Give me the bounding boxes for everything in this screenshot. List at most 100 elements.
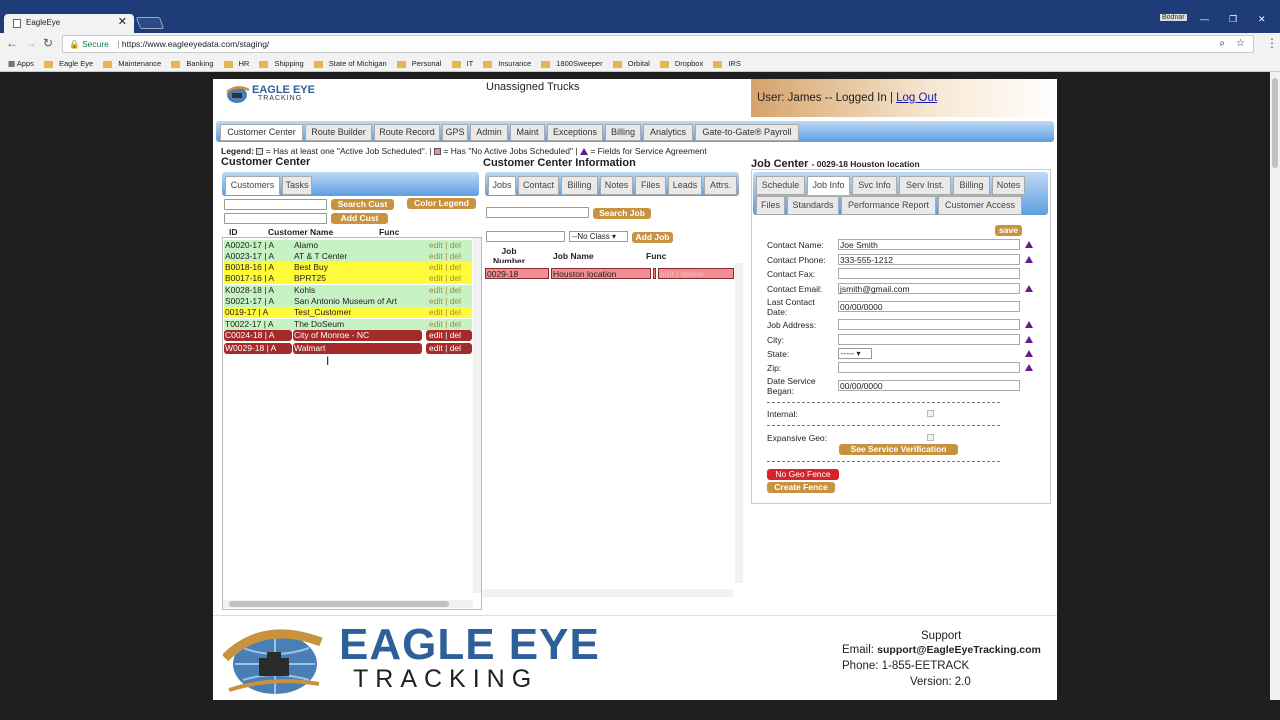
tab-billing[interactable]: Billing: [561, 176, 598, 195]
bookmark-maintenance[interactable]: Maintenance: [103, 55, 161, 71]
forward-icon[interactable]: →: [25, 36, 37, 50]
job-row[interactable]: 0029-18 Houston location edit | delete: [485, 268, 734, 279]
edit-del-links[interactable]: edit | del: [426, 307, 472, 318]
date-began-field[interactable]: 00/00/0000: [838, 380, 1020, 391]
bookmark-eagle-eye[interactable]: Eagle Eye: [43, 55, 93, 71]
close-tab-icon[interactable]: ✕: [118, 14, 127, 31]
profile-badge[interactable]: Bodnar: [1160, 14, 1187, 21]
customer-list-vscroll[interactable]: [473, 238, 481, 593]
nav-exceptions[interactable]: Exceptions: [547, 124, 603, 141]
bookmark-shipping[interactable]: Shipping: [259, 55, 304, 71]
edit-del-links[interactable]: edit | del: [426, 296, 472, 307]
add-cust-button[interactable]: Add Cust: [331, 213, 388, 224]
edit-del-links[interactable]: edit | del: [426, 319, 472, 330]
last-contact-field[interactable]: 00/00/0000: [838, 301, 1020, 312]
tab-files[interactable]: Files: [635, 176, 666, 195]
state-select[interactable]: ----- ▾: [838, 348, 872, 359]
see-service-verification-button[interactable]: See Service Verification: [839, 444, 958, 455]
save-button[interactable]: save: [995, 225, 1022, 236]
edit-del-links[interactable]: edit | del: [426, 262, 472, 273]
minimize-icon[interactable]: —: [1200, 14, 1209, 24]
close-window-icon[interactable]: ✕: [1258, 14, 1266, 25]
job-func-links[interactable]: edit | delete: [658, 268, 734, 279]
customer-row[interactable]: T0022-17 | A The DoSeum edit | del: [224, 319, 472, 330]
customer-add-input[interactable]: [224, 213, 327, 224]
nav-route-record[interactable]: Route Record: [374, 124, 440, 141]
browser-tab[interactable]: EagleEye ✕: [4, 14, 134, 33]
edit-del-links[interactable]: edit | del: [426, 240, 472, 251]
tab-job-files[interactable]: Files: [756, 196, 785, 215]
no-geo-fence-badge[interactable]: No Geo Fence: [767, 469, 839, 480]
reload-icon[interactable]: ↻: [43, 36, 53, 50]
nav-route-builder[interactable]: Route Builder: [305, 124, 372, 141]
bookmark-hr[interactable]: HR: [223, 55, 249, 71]
customer-row[interactable]: A0023-17 | A AT & T Center edit | del: [224, 251, 472, 262]
bookmark-irs[interactable]: IRS: [713, 55, 741, 71]
logout-link[interactable]: Log Out: [896, 92, 937, 104]
back-icon[interactable]: ←: [6, 36, 18, 50]
bookmark-dropbox[interactable]: Dropbox: [659, 55, 703, 71]
bookmark-personal[interactable]: Personal: [396, 55, 441, 71]
customer-row[interactable]: 0019-17 | A Test_Customer edit | del: [224, 307, 472, 318]
contact-phone-field[interactable]: 333-555-1212: [838, 254, 1020, 265]
edit-del-links[interactable]: edit | del: [426, 273, 472, 284]
customer-row[interactable]: W0029-18 | A Walmart edit | del: [224, 343, 472, 354]
star-icon[interactable]: ☆: [1236, 36, 1245, 52]
nav-customer-center[interactable]: Customer Center: [220, 124, 303, 141]
bookmark-banking[interactable]: Banking: [171, 55, 213, 71]
customer-row[interactable]: B0017-16 | A BPRT25 edit | del: [224, 273, 472, 284]
bookmark-orbital[interactable]: Orbital: [612, 55, 650, 71]
zip-field[interactable]: [838, 362, 1020, 373]
tab-job-notes[interactable]: Notes: [992, 176, 1025, 195]
tab-attrs[interactable]: Attrs.: [704, 176, 737, 195]
tab-customer-access[interactable]: Customer Access: [938, 196, 1022, 215]
tab-svc-info[interactable]: Svc Info: [852, 176, 897, 195]
create-fence-button[interactable]: Create Fence: [767, 482, 835, 493]
contact-email-field[interactable]: jsmith@gmail.com: [838, 283, 1020, 294]
job-address-field[interactable]: [838, 319, 1020, 330]
support-email-link[interactable]: support@EagleEyeTracking.com: [877, 644, 1041, 656]
nav-gate-to-gate-payroll[interactable]: Gate-to-Gate® Payroll: [695, 124, 799, 141]
tab-job-info[interactable]: Job Info: [807, 176, 850, 195]
tab-schedule[interactable]: Schedule: [756, 176, 805, 195]
tab-standards[interactable]: Standards: [787, 196, 839, 215]
job-number-cell[interactable]: 0029-18: [485, 268, 549, 279]
add-job-button[interactable]: Add Job: [632, 232, 673, 243]
page-scrollbar[interactable]: [1270, 72, 1280, 700]
search-cust-button[interactable]: Search Cust: [331, 199, 394, 210]
expansive-geo-checkbox[interactable]: [927, 434, 934, 441]
tab-notes[interactable]: Notes: [600, 176, 633, 195]
search-job-button[interactable]: Search Job: [593, 208, 651, 219]
tab-serv-inst[interactable]: Serv Inst.: [899, 176, 951, 195]
edit-del-links[interactable]: edit | del: [426, 285, 472, 296]
nav-maint[interactable]: Maint: [510, 124, 545, 141]
bookmark-insurance[interactable]: Insurance: [483, 55, 531, 71]
maximize-icon[interactable]: ❐: [1229, 14, 1237, 25]
url-input[interactable]: 🔒 Secure | https://www.eagleeyedata.com/…: [62, 35, 1254, 53]
customer-row[interactable]: K0028-18 | A Kohls edit | del: [224, 285, 472, 296]
customer-row[interactable]: S0021-17 | A San Antonio Museum of Art edi…: [224, 296, 472, 307]
job-list-hscroll[interactable]: [483, 589, 733, 597]
nav-admin[interactable]: Admin: [470, 124, 508, 141]
customer-row[interactable]: A0020-17 | A Alamo edit | del: [224, 240, 472, 251]
tab-tasks[interactable]: Tasks: [282, 176, 312, 195]
edit-del-links[interactable]: edit | del: [426, 330, 472, 341]
header-logo[interactable]: EAGLE EYE TRACKING: [225, 83, 315, 105]
edit-del-links[interactable]: edit | del: [426, 343, 472, 354]
city-field[interactable]: [838, 334, 1020, 345]
class-select[interactable]: --No Class ▾: [569, 231, 628, 242]
zoom-icon[interactable]: ⌕: [1219, 36, 1225, 52]
page-title[interactable]: Unassigned Trucks: [486, 81, 580, 93]
menu-icon[interactable]: ⋮: [1266, 36, 1278, 50]
bookmark-1800sweeper[interactable]: 1800Sweeper: [541, 55, 603, 71]
bookmark-state-of-michigan[interactable]: State of Michigan: [313, 55, 387, 71]
tab-contact[interactable]: Contact: [518, 176, 559, 195]
tab-jobs[interactable]: Jobs: [488, 176, 516, 195]
job-search-input[interactable]: [486, 207, 589, 218]
tab-customers[interactable]: Customers: [225, 176, 280, 195]
tab-job-billing[interactable]: Billing: [953, 176, 990, 195]
bookmark-it[interactable]: IT: [451, 55, 473, 71]
internal-checkbox[interactable]: [927, 410, 934, 417]
nav-analytics[interactable]: Analytics: [643, 124, 693, 141]
customer-row[interactable]: B0018-16 | A Best Buy edit | del: [224, 262, 472, 273]
